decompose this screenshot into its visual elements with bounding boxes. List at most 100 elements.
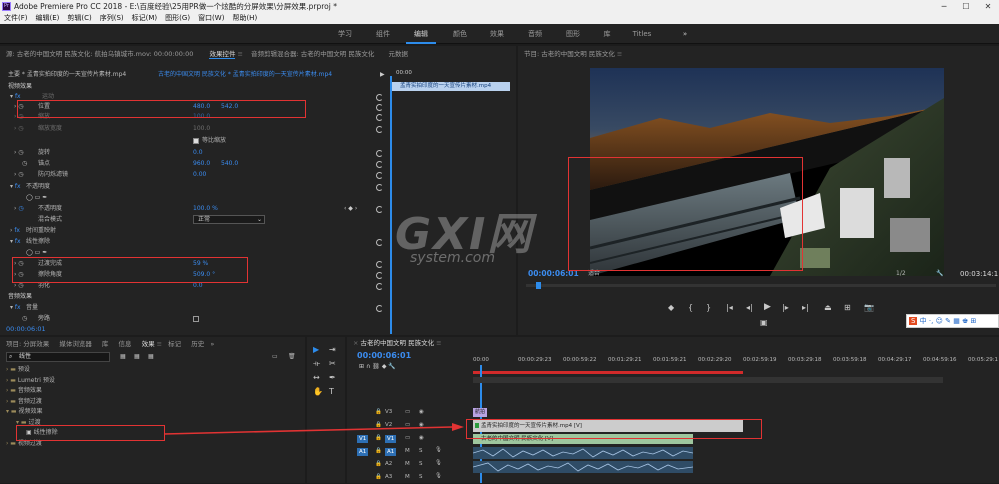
close-button[interactable]: ✕ [977,0,999,13]
program-playhead[interactable] [536,282,541,289]
tab-libraries[interactable]: 库 [102,340,109,348]
reset-icon[interactable] [376,104,383,111]
menu-help[interactable]: 帮助(H) [232,14,257,22]
tab-audio-clip-mixer[interactable]: 音频剪辑混合器: 古老的中国文明 民族文化 [251,50,374,58]
stopwatch-icon[interactable]: › ◷ [14,148,24,158]
reset-icon[interactable] [376,161,383,168]
pen-mask-icon[interactable]: ✒ [42,249,47,256]
anchor-x-value[interactable]: 960.0 [193,159,210,169]
workspace-assembly[interactable]: 组件 [368,24,398,44]
tree-item[interactable]: › ▬ 音频效果 [6,386,42,396]
tab-media-browser[interactable]: 媒体浏览器 [59,340,92,348]
button-editor-icon[interactable]: ▣ [760,318,768,327]
reset-icon[interactable] [376,126,383,133]
yuv-effects-icon[interactable]: ▦ [148,352,154,362]
more-tabs-icon[interactable]: » [210,340,214,348]
selection-tool-icon[interactable]: ▶ [313,345,319,354]
linked-selection-icon[interactable]: ⛓ [372,363,380,370]
sequence-clip-path[interactable]: 古老的中国文明 民族文化 * 孟青实拍印度的一天宣传片素材.mp4 [158,70,332,80]
lift-icon[interactable]: ⏏ [824,303,832,312]
opacity-value[interactable]: 100.0 % [193,204,218,214]
effect-controls-timecode[interactable]: 00:00:06:01 [6,324,46,334]
menu-edit[interactable]: 编辑(E) [36,14,60,22]
add-marker-icon[interactable]: ◆ [668,303,674,312]
stopwatch-icon[interactable]: ◷ [22,159,27,169]
microphone-icon[interactable]: 🎙 [435,460,442,466]
time-ruler[interactable]: 00:00 00:00:29:23 00:00:59:22 00:01:29:21 00… [473,355,999,367]
play-clip-icon[interactable]: ▶ [380,70,385,80]
uniform-scale-checkbox[interactable] [193,138,199,144]
tab-project[interactable]: 项目: 分屏效果 [6,340,49,348]
microphone-icon[interactable]: 🎙 [435,447,442,453]
lock-icon[interactable]: 🔒 [375,461,382,467]
menu-markers[interactable]: 标记(M) [132,14,158,22]
workspace-color[interactable]: 颜色 [445,24,475,44]
opacity-expand[interactable]: ▾ fx [10,182,21,192]
volume-expand[interactable]: ▾ fx [10,303,21,313]
menu-sequence[interactable]: 序列(S) [100,14,124,22]
workspace-libraries[interactable]: 库 [596,24,618,44]
nest-icon[interactable]: ⊞ [359,363,364,370]
extract-icon[interactable]: ⊞ [844,303,851,312]
rotation-value[interactable]: 0.0 [193,148,203,158]
timeline-timecode[interactable]: 00:00:06:01 [357,351,411,361]
timeline-tab[interactable]: × 古老的中国文明 民族文化 ≡ [353,337,442,349]
lock-icon[interactable]: 🔒 [375,409,382,415]
reset-icon[interactable] [376,272,383,279]
stopwatch-icon[interactable]: › ◷ [14,124,24,134]
stopwatch-icon[interactable]: › ◷ [14,204,24,214]
menu-graphics[interactable]: 图形(G) [165,14,190,22]
solo-icon[interactable]: S [419,448,423,454]
more-workspaces-icon[interactable]: » [678,24,692,44]
lock-icon[interactable]: 🔒 [375,474,382,480]
tab-metadata[interactable]: 元数据 [388,50,408,58]
minimize-button[interactable]: ─ [933,0,955,13]
add-marker-icon[interactable]: ◆ [382,363,387,370]
tab-info[interactable]: 信息 [119,340,132,348]
mute-icon[interactable]: M [405,474,410,480]
stopwatch-icon[interactable]: ◷ [22,314,27,324]
mute-icon[interactable]: M [405,448,410,454]
step-forward-icon[interactable]: |▸ [782,303,789,312]
zoom-scroll-bar[interactable] [473,377,943,383]
bypass-checkbox[interactable] [193,316,199,322]
track-select-tool-icon[interactable]: ⇥ [329,345,336,354]
reset-icon[interactable] [376,172,383,179]
new-folder-icon[interactable]: ▭ [272,352,278,362]
tab-markers[interactable]: 标记 [168,340,181,348]
reset-icon[interactable] [376,283,383,290]
step-back-icon[interactable]: ◂| [746,303,753,312]
a1-clip[interactable] [472,447,694,459]
source-patch[interactable]: A1 [357,448,369,456]
keyframe-nav[interactable]: ‹ ◆ › [344,204,357,214]
go-to-out-icon[interactable]: ▸| [802,303,809,312]
workspace-titles[interactable]: Titles [628,24,656,44]
play-icon[interactable]: ▶ [764,302,771,312]
ripple-edit-tool-icon[interactable]: ⟛ [313,359,320,369]
reset-icon[interactable] [376,206,383,213]
slip-tool-icon[interactable]: ↔ [313,373,320,382]
accelerated-effects-icon[interactable]: ▦ [120,352,126,362]
program-scrub-bar[interactable] [526,284,996,287]
reset-icon[interactable] [376,150,383,157]
sync-lock-icon[interactable]: ▭ [405,409,410,415]
resolution-select[interactable]: 1/2 [896,269,906,279]
menu-clip[interactable]: 剪辑(C) [67,14,91,22]
ellipse-mask-icon[interactable]: ◯ [26,249,33,256]
tree-item[interactable]: › ▬ 音频过渡 [6,397,42,407]
mini-timeline-clip[interactable]: 孟青实拍印度的一天宣传片素材.mp4 [392,82,510,91]
workspace-editing[interactable]: 编辑 [406,24,436,44]
lock-icon[interactable]: 🔒 [375,448,382,454]
track-name[interactable]: A3 [385,474,392,480]
time-remap-expand[interactable]: › fx [10,226,20,236]
linear-wipe-expand[interactable]: ▾ fx [10,237,21,247]
solo-icon[interactable]: S [419,461,423,467]
track-name[interactable]: A1 [385,448,397,456]
mark-out-icon[interactable]: } [706,303,711,312]
menu-file[interactable]: 文件(F) [4,14,28,22]
workspace-audio[interactable]: 音频 [520,24,550,44]
anchor-y-value[interactable]: 540.0 [221,159,238,169]
pen-tool-icon[interactable]: ✒ [329,373,336,382]
tab-effects[interactable]: 效果 [142,340,155,348]
reset-icon[interactable] [376,305,383,312]
